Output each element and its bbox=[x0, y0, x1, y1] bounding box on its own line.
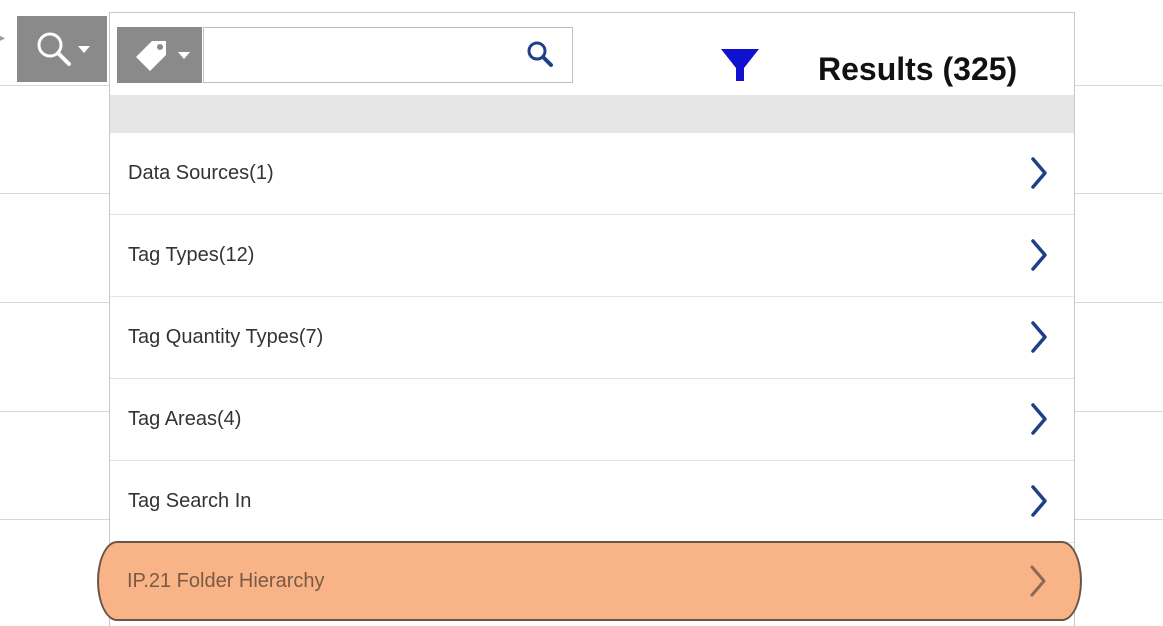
filter-item-tag-quantity-types[interactable]: Tag Quantity Types(7) bbox=[110, 297, 1074, 379]
chevron-right-icon bbox=[1030, 565, 1046, 597]
chevron-right-icon bbox=[1031, 321, 1047, 353]
filter-item-ip21-folder-hierarchy[interactable]: IP.21 Folder Hierarchy bbox=[109, 541, 1073, 621]
filter-item-label: Tag Types(12) bbox=[128, 244, 255, 266]
chevron-down-icon bbox=[177, 51, 190, 59]
filter-funnel-icon bbox=[721, 49, 759, 81]
search-icon bbox=[37, 32, 71, 66]
collapse-arrow-icon: ▸ bbox=[0, 33, 6, 44]
search-dropdown-button[interactable] bbox=[17, 16, 107, 82]
search-filter-panel: Results (325) Data Sources(1) Tag Types(… bbox=[109, 12, 1075, 626]
filter-item-data-sources[interactable]: Data Sources(1) bbox=[110, 133, 1074, 215]
filter-item-label: Tag Areas(4) bbox=[128, 408, 242, 430]
panel-separator-bar bbox=[110, 95, 1074, 133]
chevron-right-icon bbox=[1031, 485, 1047, 517]
chevron-right-icon bbox=[1031, 403, 1047, 435]
filter-item-tag-areas[interactable]: Tag Areas(4) bbox=[110, 379, 1074, 461]
search-field bbox=[203, 27, 573, 83]
filter-item-tag-types[interactable]: Tag Types(12) bbox=[110, 215, 1074, 297]
tag-icon bbox=[135, 41, 166, 71]
tag-dropdown-button[interactable] bbox=[117, 27, 202, 83]
search-input[interactable] bbox=[204, 28, 524, 82]
tab-filter[interactable] bbox=[690, 35, 790, 99]
filter-item-label: Tag Quantity Types(7) bbox=[128, 326, 324, 348]
filter-item-label: Tag Search In bbox=[128, 490, 252, 512]
search-icon[interactable] bbox=[526, 40, 554, 68]
chevron-right-icon bbox=[1031, 239, 1047, 271]
results-count: Results (325) bbox=[818, 51, 1018, 87]
chevron-down-icon bbox=[78, 45, 90, 53]
filter-item-tag-search-in[interactable]: Tag Search In bbox=[110, 461, 1074, 543]
filter-item-label: IP.21 Folder Hierarchy bbox=[127, 569, 325, 592]
filter-item-label: Data Sources(1) bbox=[128, 162, 274, 184]
filter-list: Data Sources(1) Tag Types(12) Tag Quanti… bbox=[110, 133, 1074, 543]
chevron-right-icon bbox=[1031, 157, 1047, 189]
